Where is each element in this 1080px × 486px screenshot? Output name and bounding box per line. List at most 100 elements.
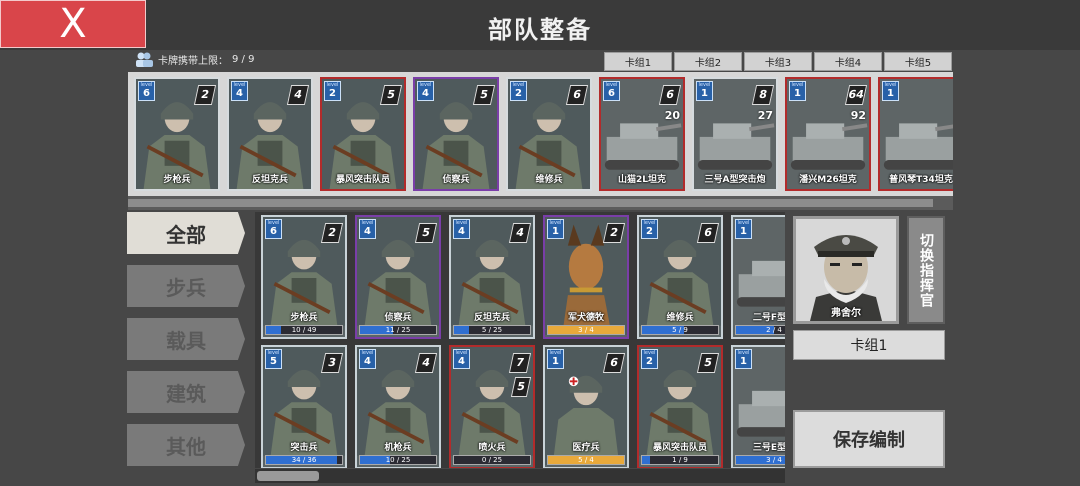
card-name: 反坦克兵 bbox=[473, 313, 510, 323]
stat-value: 92 bbox=[850, 109, 866, 122]
card-name: 暴风突击队员 bbox=[335, 175, 390, 185]
card-name: 暴风突击队员 bbox=[652, 443, 707, 453]
level-badge: level 6 bbox=[138, 81, 155, 101]
tab-deck-4[interactable]: 卡组4 bbox=[814, 52, 882, 71]
card-collection-grid: level 6 2 步枪兵 10 / 49 level 4 5 侦察兵 11 / 25 level 4… bbox=[255, 212, 785, 468]
progress-text: 10 / 25 bbox=[385, 456, 411, 464]
deck-card[interactable]: level 1 8 27 三号A型突击炮 bbox=[692, 77, 778, 191]
deck-card[interactable]: level 1 64 92 潘兴M26坦克 bbox=[785, 77, 871, 191]
switch-commander-button[interactable]: 切换指挥官 bbox=[907, 216, 945, 324]
category-other-button[interactable]: 其他 bbox=[127, 424, 245, 466]
card-name: 医疗兵 bbox=[572, 443, 600, 453]
tab-deck-2[interactable]: 卡组2 bbox=[674, 52, 742, 71]
card-carry-limit: 卡牌携带上限： 9 / 9 bbox=[134, 50, 254, 68]
card-name: 二号F型坦 bbox=[752, 313, 785, 323]
collection-card[interactable]: level 4 4 反坦克兵 5 / 25 bbox=[449, 215, 535, 339]
progress-text: 5 / 4 bbox=[578, 456, 594, 464]
deck-card[interactable]: level 2 6 维修兵 bbox=[506, 77, 592, 191]
page-title: 部队整备 bbox=[488, 16, 592, 44]
save-formation-button[interactable]: 保存编制 bbox=[793, 410, 945, 468]
level-value: 4 bbox=[422, 88, 429, 99]
deck-strip-scroll-thumb[interactable] bbox=[128, 199, 933, 207]
collection-card[interactable]: level 2 5 暴风突击队员 1 / 9 bbox=[637, 345, 723, 468]
level-badge: level 6 bbox=[265, 219, 282, 239]
deck-card-strip: level 6 2 步枪兵 level 4 4 反坦克兵 level 2 5 暴风突击队员 level 4… bbox=[128, 72, 953, 196]
level-value: 1 bbox=[794, 88, 801, 99]
tab-deck-1[interactable]: 卡组1 bbox=[604, 52, 672, 71]
soldiers-icon bbox=[136, 52, 153, 67]
collection-card[interactable]: level 4 4 机枪兵 10 / 25 bbox=[355, 345, 441, 468]
level-value: 2 bbox=[646, 356, 653, 367]
collection-scrollbar[interactable] bbox=[255, 469, 785, 483]
card-name: 普风琴T34坦克 bbox=[889, 175, 953, 185]
card-name: 机枪兵 bbox=[384, 443, 412, 453]
collection-scroll-thumb[interactable] bbox=[257, 471, 319, 481]
deck-card[interactable]: level 4 4 反坦克兵 bbox=[227, 77, 313, 191]
level-badge: level 4 bbox=[231, 81, 248, 101]
deck-card[interactable]: level 6 2 步枪兵 bbox=[134, 77, 220, 191]
level-badge: level 6 bbox=[603, 81, 620, 101]
tab-deck-5[interactable]: 卡组5 bbox=[884, 52, 952, 71]
progress-bar: 5 / 4 bbox=[547, 455, 625, 465]
card-name: 侦察兵 bbox=[384, 313, 412, 323]
card-name: 三号A型突击炮 bbox=[704, 175, 766, 185]
card-name: 三号E型坦 bbox=[752, 443, 785, 453]
level-value: 4 bbox=[236, 88, 243, 99]
category-building-button[interactable]: 建筑 bbox=[127, 371, 245, 413]
card-name: 山猫2L坦克 bbox=[618, 175, 666, 185]
card-name: 步枪兵 bbox=[290, 313, 318, 323]
level-value: 2 bbox=[329, 88, 336, 99]
commander-portrait[interactable]: 弗舍尔 bbox=[793, 216, 899, 324]
category-all-button[interactable]: 全部 bbox=[127, 212, 245, 254]
level-value: 1 bbox=[552, 226, 559, 237]
level-badge: level 1 bbox=[735, 349, 752, 369]
switch-commander-label: 切换指挥官 bbox=[918, 232, 934, 308]
progress-text: 11 / 25 bbox=[385, 326, 411, 334]
progress-text: 5 / 25 bbox=[481, 326, 503, 334]
category-vehicle-button[interactable]: 载具 bbox=[127, 318, 245, 360]
category-infantry-button[interactable]: 步兵 bbox=[127, 265, 245, 307]
deck-strip-scrollbar[interactable] bbox=[128, 196, 953, 210]
collection-card[interactable]: level 1 2 军犬德牧 3 / 4 bbox=[543, 215, 629, 339]
stat-value: 20 bbox=[664, 109, 680, 122]
deck-card[interactable]: level 4 5 侦察兵 bbox=[413, 77, 499, 191]
deck-name-field[interactable]: 卡组1 bbox=[793, 330, 945, 360]
card-name: 维修兵 bbox=[535, 175, 563, 185]
level-badge: level 4 bbox=[359, 349, 376, 369]
level-value: 6 bbox=[270, 226, 277, 237]
collection-card[interactable]: level 2 6 维修兵 5 / 9 bbox=[637, 215, 723, 339]
collection-card[interactable]: level 6 2 步枪兵 10 / 49 bbox=[261, 215, 347, 339]
progress-bar: 2 / 4 bbox=[735, 325, 785, 335]
level-value: 1 bbox=[740, 226, 747, 237]
deck-card[interactable]: level 6 6 20 山猫2L坦克 bbox=[599, 77, 685, 191]
progress-text: 5 / 9 bbox=[672, 326, 688, 334]
level-badge: level 2 bbox=[641, 349, 658, 369]
carry-value: 9 / 9 bbox=[232, 53, 255, 65]
level-badge: level 2 bbox=[324, 81, 341, 101]
progress-bar: 5 / 25 bbox=[453, 325, 531, 335]
level-value: 4 bbox=[364, 226, 371, 237]
collection-card[interactable]: level 1 6 医疗兵 5 / 4 bbox=[543, 345, 629, 468]
progress-bar: 0 / 25 bbox=[453, 455, 531, 465]
deck-card[interactable]: level 2 5 暴风突击队员 bbox=[320, 77, 406, 191]
collection-card[interactable]: level 5 3 突击兵 34 / 36 bbox=[261, 345, 347, 468]
deck-card[interactable]: level 1 普风琴T34坦克 bbox=[878, 77, 953, 191]
progress-bar: 34 / 36 bbox=[265, 455, 343, 465]
collection-card[interactable]: level1 三号E型坦 3 / 4 bbox=[731, 345, 785, 468]
card-name: 侦察兵 bbox=[442, 175, 470, 185]
collection-card[interactable]: level1 二号F型坦 2 / 4 bbox=[731, 215, 785, 339]
carry-label: 卡牌携带上限： bbox=[158, 55, 228, 67]
level-value: 2 bbox=[515, 88, 522, 99]
level-badge: level 1 bbox=[696, 81, 713, 101]
level-badge: level 4 bbox=[453, 349, 470, 369]
level-badge: level 4 bbox=[453, 219, 470, 239]
collection-card[interactable]: level 4 5 侦察兵 11 / 25 bbox=[355, 215, 441, 339]
card-name: 反坦克兵 bbox=[251, 175, 288, 185]
collection-card[interactable]: level 4 7 5 喷火兵 0 / 25 bbox=[449, 345, 535, 468]
level-badge: level 1 bbox=[547, 349, 564, 369]
progress-bar: 3 / 4 bbox=[547, 325, 625, 335]
tab-deck-3[interactable]: 卡组3 bbox=[744, 52, 812, 71]
card-name: 喷火兵 bbox=[478, 443, 506, 453]
progress-bar: 11 / 25 bbox=[359, 325, 437, 335]
level-badge: level 1 bbox=[789, 81, 806, 101]
